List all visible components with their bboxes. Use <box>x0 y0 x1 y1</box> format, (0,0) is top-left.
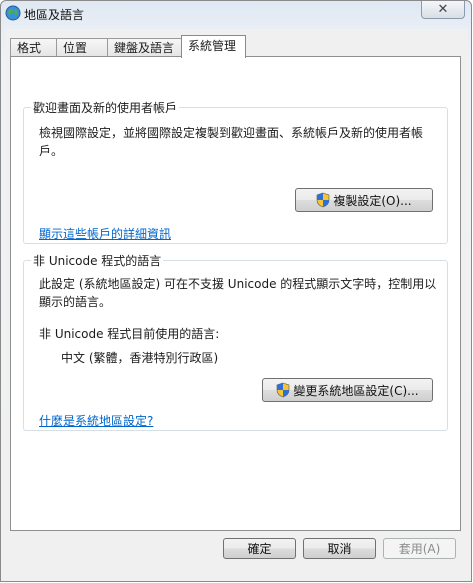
what-is-system-locale-link[interactable]: 什麼是系統地區設定? <box>39 412 153 429</box>
tab-administrative[interactable]: 系統管理 <box>181 35 246 58</box>
tab-formats[interactable]: 格式 <box>10 38 57 57</box>
non-unicode-group: 非 Unicode 程式的語言 此設定 (系統地區設定) 可在不支援 Unico… <box>23 252 448 431</box>
change-system-locale-label: 變更系統地區設定(C)... <box>293 383 419 398</box>
dialog-window: 地區及語言 ✕ 格式 位置 鍵盤及語言 系統管理 歡迎畫面及新的使用者帳戶 檢視… <box>0 0 472 582</box>
non-unicode-description-line2: 顯示的語言。 <box>39 295 112 309</box>
window-title: 地區及語言 <box>24 8 85 22</box>
welcome-description-line2: 戶。 <box>39 144 64 158</box>
welcome-group: 歡迎畫面及新的使用者帳戶 檢視國際設定，並將國際設定複製到歡迎畫面、系統帳戶及新… <box>23 99 448 244</box>
ok-button[interactable]: 確定 <box>223 538 296 559</box>
show-account-details-link[interactable]: 顯示這些帳戶的詳細資訊 <box>39 225 171 242</box>
uac-shield-icon <box>316 192 330 208</box>
administrative-panel: 歡迎畫面及新的使用者帳戶 檢視國際設定，並將國際設定複製到歡迎畫面、系統帳戶及新… <box>10 56 461 531</box>
welcome-description-line1: 檢視國際設定，並將國際設定複製到歡迎畫面、系統帳戶及新的使用者帳 <box>39 126 424 140</box>
non-unicode-description: 此設定 (系統地區設定) 可在不支援 Unicode 的程式顯示文字時，控制用以… <box>39 275 444 311</box>
change-system-locale-button[interactable]: 變更系統地區設定(C)... <box>262 378 433 402</box>
tab-location[interactable]: 位置 <box>56 38 108 57</box>
apply-button[interactable]: 套用(A) <box>383 538 456 559</box>
welcome-group-title: 歡迎畫面及新的使用者帳戶 <box>31 99 180 116</box>
copy-settings-label: 複製設定(O)... <box>333 193 412 208</box>
non-unicode-group-title: 非 Unicode 程式的語言 <box>31 252 164 269</box>
cancel-button[interactable]: 取消 <box>303 538 376 559</box>
dialog-client: 格式 位置 鍵盤及語言 系統管理 歡迎畫面及新的使用者帳戶 檢視國際設定，並將國… <box>6 29 467 578</box>
globe-icon <box>5 5 21 21</box>
non-unicode-description-line1: 此設定 (系統地區設定) 可在不支援 Unicode 的程式顯示文字時，控制用以 <box>39 277 437 291</box>
uac-shield-icon <box>276 382 290 398</box>
title-bar[interactable]: 地區及語言 ✕ <box>1 1 471 27</box>
close-icon: ✕ <box>437 2 449 17</box>
current-language-value: 中文 (繁體，香港特別行政區) <box>61 351 219 365</box>
current-language-label: 非 Unicode 程式目前使用的語言: <box>39 327 220 341</box>
welcome-description: 檢視國際設定，並將國際設定複製到歡迎畫面、系統帳戶及新的使用者帳 戶。 <box>39 124 444 160</box>
copy-settings-button[interactable]: 複製設定(O)... <box>295 188 433 212</box>
tab-keyboards-languages[interactable]: 鍵盤及語言 <box>107 38 183 57</box>
close-button[interactable]: ✕ <box>421 1 465 19</box>
